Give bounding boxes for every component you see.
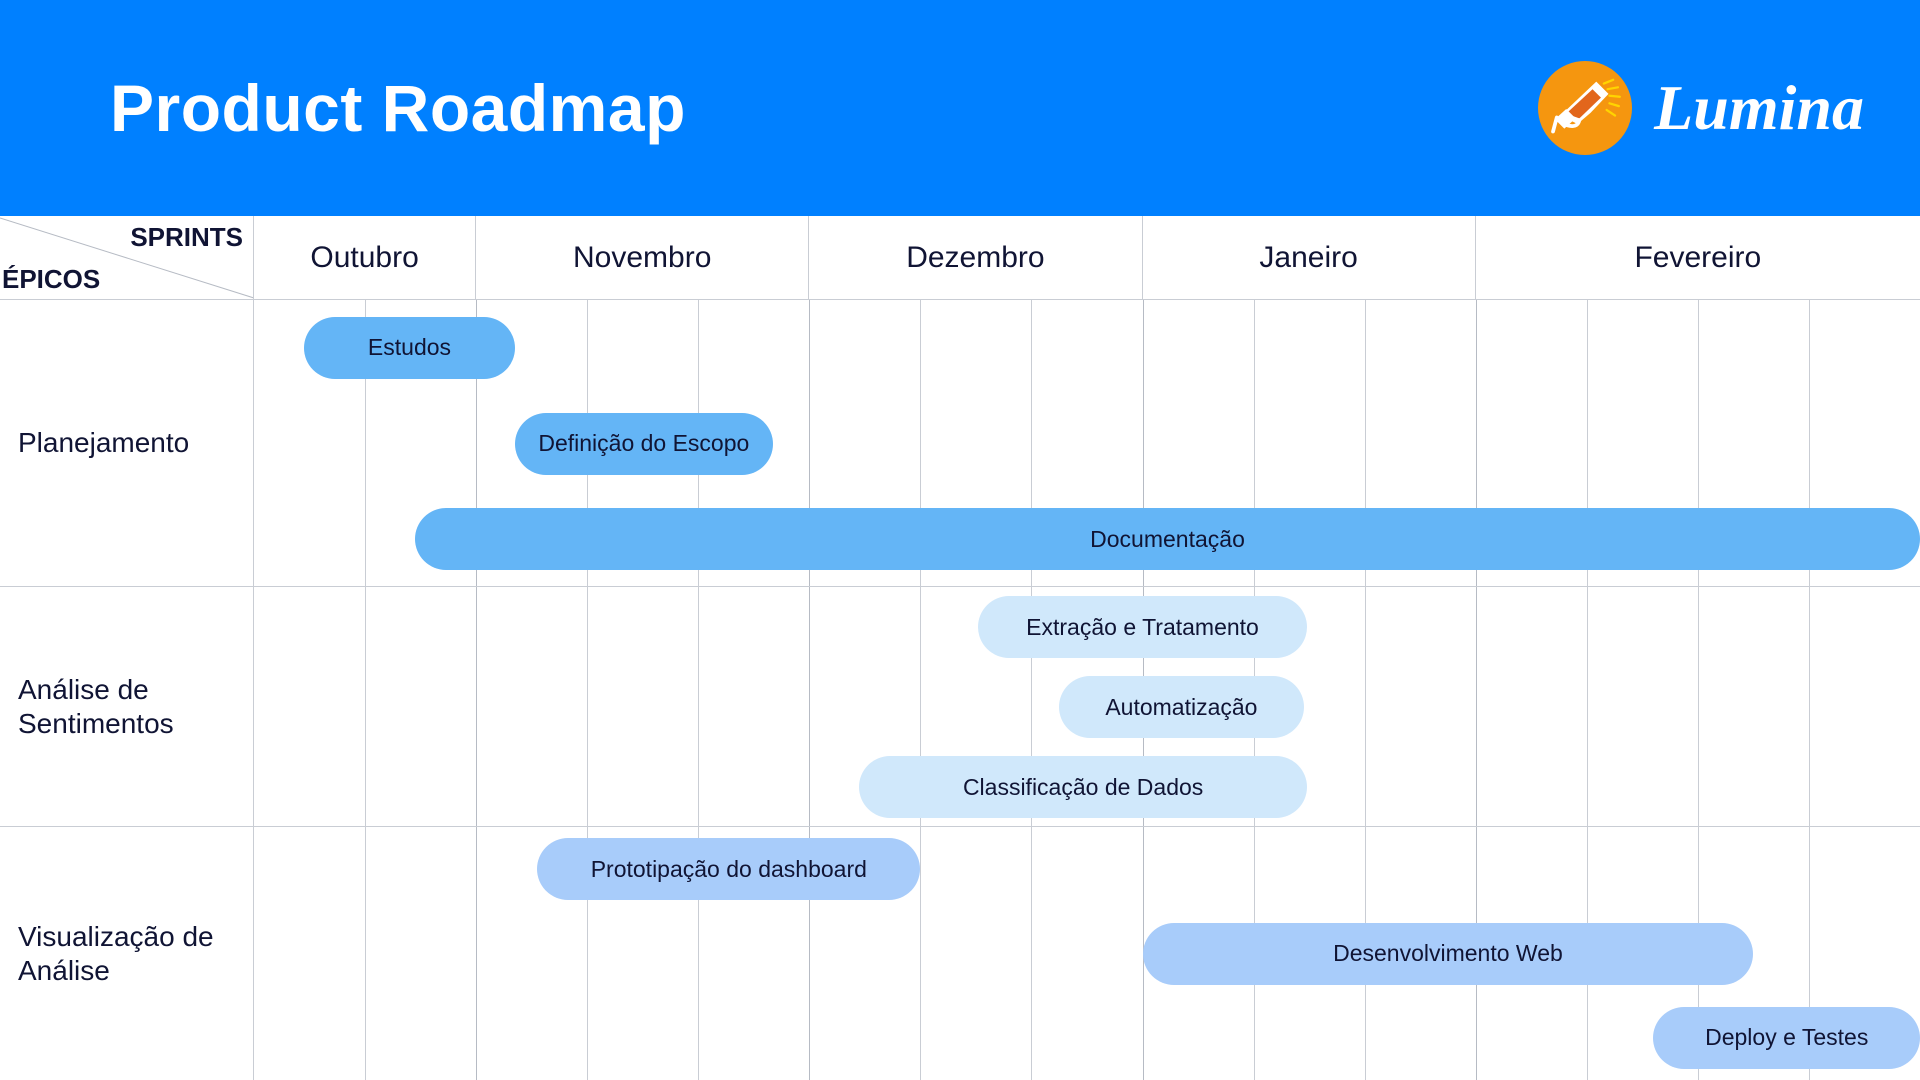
page-header: Product Roadmap Lumina <box>0 0 1920 216</box>
month-header-novembro: Novembro <box>476 216 810 299</box>
epic-label: Planejamento <box>0 300 254 586</box>
epic-row: Planejamento Estudos Definição do Escopo Do… <box>0 300 1920 587</box>
gantt-bar[interactable]: Desenvolvimento Web <box>1142 922 1754 985</box>
sprint-gridline <box>1698 587 1699 826</box>
month-header-fevereiro: Fevereiro <box>1634 240 1762 274</box>
epic-label: Análise de Sentimentos <box>0 587 254 826</box>
sprint-gridline <box>809 587 810 826</box>
columns-axis-label: SPRINTS <box>130 222 243 252</box>
rows-axis-label: ÉPICOS <box>2 264 101 294</box>
month-header-row: Outubro Novembro Dezembro Janeiro Fevereiro <box>254 216 1920 300</box>
epic-lane: Estudos Definição do Escopo Documentação <box>254 300 1920 586</box>
gantt-bar[interactable]: Estudos <box>303 316 515 379</box>
brand-lockup: Lumina <box>1538 61 1864 155</box>
gantt-bar[interactable]: Automatização <box>1059 676 1304 738</box>
epic-rows: Planejamento Estudos Definição do Escopo Do… <box>0 300 1920 1080</box>
megaphone-icon <box>1538 61 1633 155</box>
gantt-bar-label: Deploy e Testes <box>1705 1024 1869 1051</box>
sprint-gridline <box>1809 587 1810 826</box>
sprint-gridline <box>1031 827 1032 1080</box>
product-roadmap-page: Product Roadmap Lumina SPRINTS ÉPICOS Ou… <box>0 0 1920 1080</box>
brand-name: Lumina <box>1654 72 1864 143</box>
sprint-gridline <box>920 827 921 1080</box>
gantt-bar-label: Extração e Tratamento <box>1026 613 1259 640</box>
sprint-gridline <box>1587 587 1588 826</box>
epic-lane: Extração e Tratamento Automatização Classi… <box>254 587 1920 826</box>
sprint-gridline <box>365 587 366 826</box>
gantt-bar[interactable]: Definição do Escopo <box>515 412 773 475</box>
epic-row: Análise de Sentimentos Extração e Tratame… <box>0 587 1920 827</box>
gantt-bar-label: Automatização <box>1105 693 1258 720</box>
page-title: Product Roadmap <box>110 71 686 145</box>
gantt-bar-label: Documentação <box>1090 525 1245 552</box>
month-header-janeiro: Janeiro <box>1143 216 1476 299</box>
sprint-gridline <box>698 587 699 826</box>
epic-lane: Prototipação do dashboard Desenvolvimento… <box>254 827 1920 1080</box>
sprint-gridline <box>365 827 366 1080</box>
gantt-bar-label: Estudos <box>367 334 452 361</box>
sprint-gridline <box>476 587 477 826</box>
grid-corner-header: SPRINTS ÉPICOS <box>0 216 254 300</box>
gantt-bar-label: Definição do Escopo <box>538 430 750 456</box>
epic-row: Visualização de Análise Prototipação do d… <box>0 827 1920 1080</box>
sprint-gridline <box>1476 587 1477 826</box>
gantt-bar[interactable]: Deploy e Testes <box>1653 1006 1920 1069</box>
gantt-bar[interactable]: Prototipação do dashboard <box>537 838 921 901</box>
gantt-bar-label: Prototipação do dashboard <box>590 855 867 882</box>
month-header-outubro: Outubro <box>254 216 477 299</box>
gantt-bar-label: Classificação de Dados <box>962 773 1204 800</box>
sprint-gridline <box>587 587 588 826</box>
roadmap-grid: SPRINTS ÉPICOS Outubro Novembro Dezembro Ja… <box>0 216 1920 1080</box>
sprint-gridline <box>476 827 477 1080</box>
gantt-bar[interactable]: Documentação <box>415 508 1920 571</box>
gantt-bar[interactable]: Classificação de Dados <box>859 756 1307 818</box>
gantt-bar[interactable]: Extração e Tratamento <box>978 596 1307 658</box>
epic-label: Visualização de Análise <box>0 827 254 1080</box>
sprint-gridline <box>1365 587 1366 826</box>
gantt-bar-label: Desenvolvimento Web <box>1333 940 1563 966</box>
month-header-dezembro: Dezembro <box>809 216 1143 299</box>
